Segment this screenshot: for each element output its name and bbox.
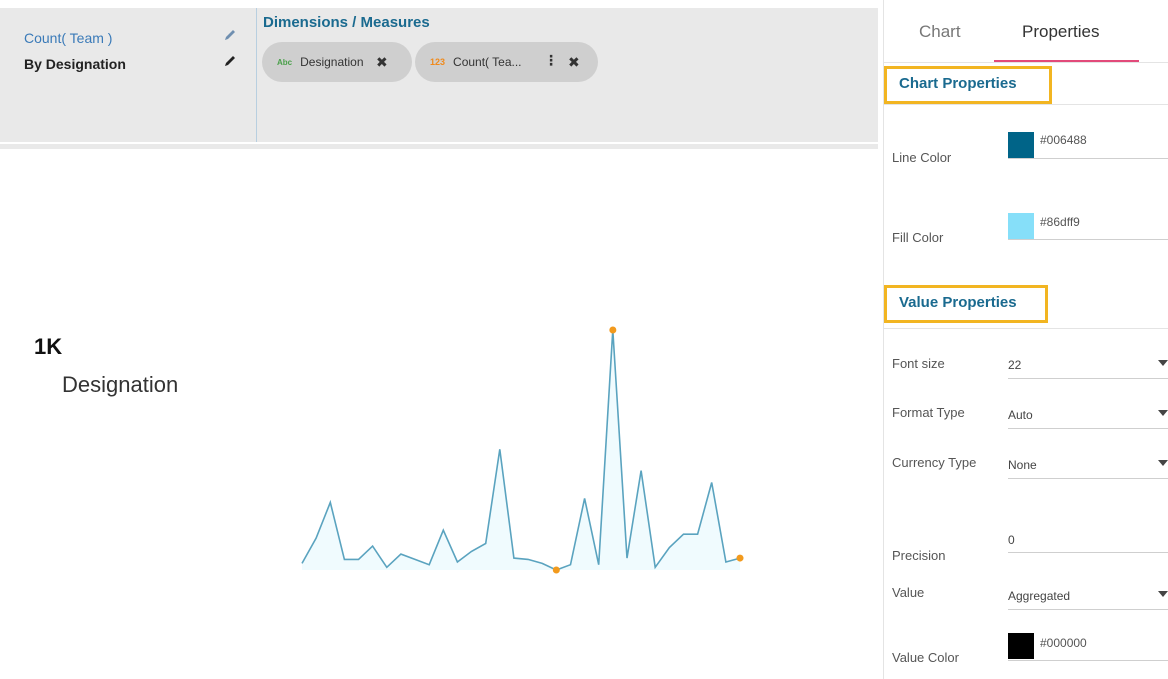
chart-title-text: Count( Team ): [24, 30, 113, 46]
text-type-badge: Abc: [277, 57, 293, 67]
value-properties-section[interactable]: Value Properties: [884, 285, 1048, 323]
precision-underline: [1008, 552, 1168, 553]
tab-chart[interactable]: Chart: [919, 22, 961, 42]
sparkline-min-marker[interactable]: [552, 566, 560, 574]
edit-subtitle-icon[interactable]: [222, 53, 242, 73]
section-divider: [884, 104, 1168, 105]
fill-color-underline: [1008, 239, 1168, 240]
chart-titles: Count( Team ) By Designation: [0, 8, 257, 142]
precision-input[interactable]: 0: [1008, 533, 1015, 547]
remove-chip-icon[interactable]: ✖: [376, 54, 388, 71]
fill-color-value[interactable]: #86dff9: [1040, 215, 1080, 229]
value-color-underline: [1008, 660, 1168, 661]
value-color-value[interactable]: #000000: [1040, 636, 1087, 650]
value-label: Value: [892, 585, 925, 600]
fill-color-swatch[interactable]: [1008, 213, 1034, 239]
sparkline-area: [302, 330, 740, 570]
sparkline-chart[interactable]: [290, 320, 750, 580]
chart-properties-section[interactable]: Chart Properties: [884, 66, 1052, 104]
chevron-down-icon[interactable]: [1158, 360, 1168, 366]
font-size-select[interactable]: 22: [1008, 358, 1021, 372]
chart-subtitle[interactable]: By Designation: [24, 56, 235, 72]
line-color-underline: [1008, 158, 1168, 159]
chevron-down-icon[interactable]: [1158, 591, 1168, 597]
kpi-label: Designation: [62, 372, 179, 397]
kpi-value: 1K: [34, 334, 63, 359]
app-window: Count( Team ) By Designation Dimensions …: [0, 0, 1168, 679]
fill-color-label: Fill Color: [892, 230, 944, 245]
chart-title[interactable]: Count( Team ): [24, 30, 235, 46]
properties-panel: Chart Properties Chart Properties Line C…: [883, 0, 1168, 679]
line-color-value[interactable]: #006488: [1040, 133, 1087, 147]
section-divider: [884, 328, 1168, 329]
tab-properties[interactable]: Properties: [1022, 22, 1099, 42]
sparkline-last-marker[interactable]: [736, 554, 744, 562]
chart-subtitle-text: By Designation: [24, 56, 126, 72]
sparkline-line: [301, 329, 741, 571]
value-color-swatch[interactable]: [1008, 633, 1034, 659]
panel-divider: [0, 144, 878, 149]
currency-type-label: Currency Type: [892, 455, 977, 470]
value-underline: [1008, 609, 1168, 610]
value-color-label: Value Color: [892, 650, 959, 665]
chevron-down-icon[interactable]: [1158, 460, 1168, 466]
more-options-icon[interactable]: ⋮: [544, 52, 558, 69]
font-size-underline: [1008, 378, 1168, 379]
dimension-chip-designation[interactable]: Abc Designation ✖: [262, 42, 412, 82]
measure-chip-count-team[interactable]: 123 Count( Tea... ⋮ ✖: [415, 42, 598, 82]
format-type-select[interactable]: Auto: [1008, 408, 1033, 422]
remove-chip-icon[interactable]: ✖: [568, 54, 580, 71]
format-type-underline: [1008, 428, 1168, 429]
font-size-label: Font size: [892, 356, 945, 371]
line-color-label: Line Color: [892, 150, 952, 165]
sparkline-max-marker[interactable]: [609, 326, 617, 334]
edit-title-icon[interactable]: [222, 27, 242, 47]
currency-type-select[interactable]: None: [1008, 458, 1037, 472]
number-type-badge: 123: [430, 57, 446, 67]
value-select[interactable]: Aggregated: [1008, 589, 1070, 603]
currency-type-underline: [1008, 478, 1168, 479]
chart-designer-panel: Count( Team ) By Designation Dimensions …: [0, 8, 878, 142]
dimensions-measures-label: Dimensions / Measures: [263, 14, 430, 31]
precision-label: Precision: [892, 548, 946, 563]
chip-label: Designation: [300, 55, 364, 69]
tab-baseline: [884, 62, 1168, 63]
chip-label: Count( Tea...: [453, 55, 522, 69]
line-color-swatch[interactable]: [1008, 132, 1034, 158]
format-type-label: Format Type: [892, 405, 965, 420]
chevron-down-icon[interactable]: [1158, 410, 1168, 416]
